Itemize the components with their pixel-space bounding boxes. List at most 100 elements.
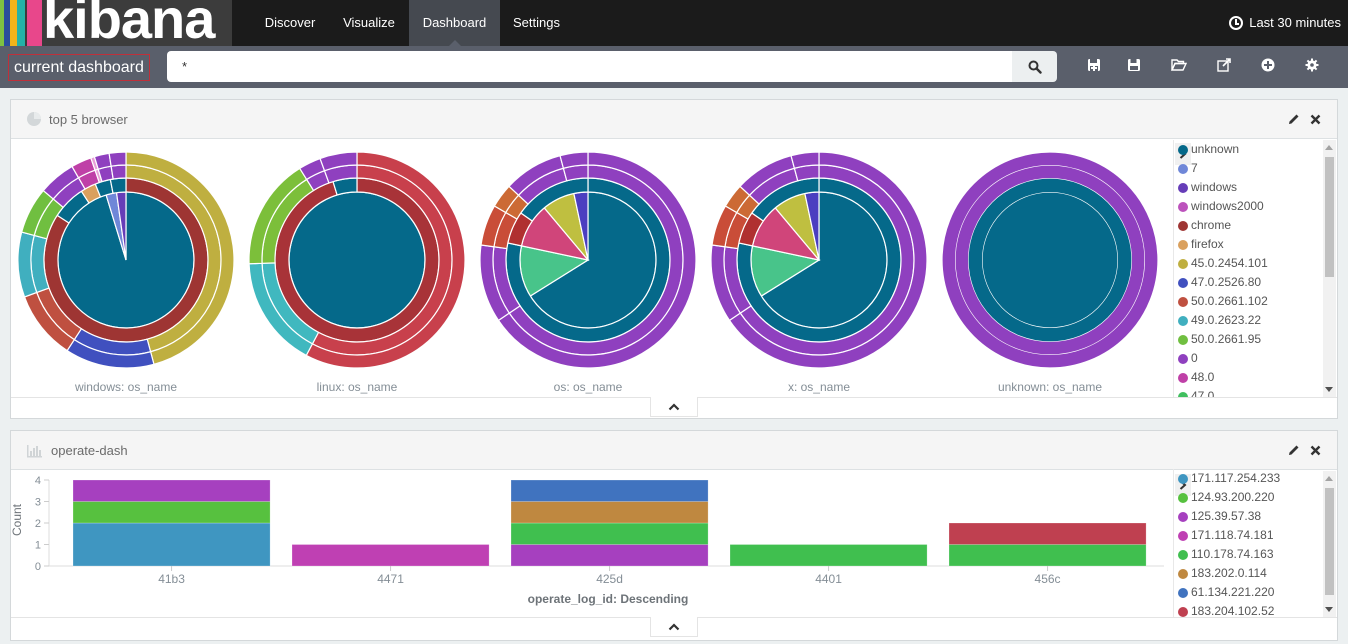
panel-operate-dash: operate-dash Count operate_log_id: Desce… bbox=[10, 430, 1338, 641]
panel-header[interactable]: operate-dash bbox=[11, 431, 1337, 470]
legend-item[interactable]: 0 bbox=[1174, 349, 1323, 368]
legend-item[interactable]: 50.0.2661.102 bbox=[1174, 292, 1323, 311]
options-gear-icon bbox=[1305, 58, 1319, 72]
legend-item[interactable]: 110.178.74.163 bbox=[1174, 545, 1323, 564]
legend-item[interactable]: 50.0.2661.95 bbox=[1174, 330, 1323, 349]
legend-item[interactable]: 48.0 bbox=[1174, 368, 1323, 387]
legend-label: unknown bbox=[1191, 142, 1240, 156]
bar-segment[interactable] bbox=[510, 501, 709, 524]
timepicker[interactable]: Last 30 minutes bbox=[1229, 0, 1341, 46]
bar-legend: 171.117.254.233 124.93.200.220 125.39.57.3… bbox=[1173, 469, 1323, 617]
open-dashboard-button[interactable] bbox=[1171, 57, 1187, 73]
pie-slice[interactable] bbox=[93, 152, 112, 170]
legend-item[interactable]: 47.0 bbox=[1174, 387, 1323, 397]
legend-item[interactable]: unknown bbox=[1174, 140, 1323, 159]
bar-segment[interactable] bbox=[72, 501, 271, 524]
legend-item[interactable]: 7 bbox=[1174, 159, 1323, 178]
pie-slice[interactable] bbox=[108, 151, 127, 167]
top-navigation: kibana Discover Visualize Dashboard Sett… bbox=[0, 0, 1348, 46]
dashboard-toolbar: current dashboard bbox=[0, 46, 1348, 88]
bar-segment[interactable] bbox=[948, 544, 1147, 567]
legend-color-dot bbox=[1178, 353, 1188, 364]
legend-item[interactable]: 171.118.74.181 bbox=[1174, 526, 1323, 545]
legend-item[interactable]: chrome bbox=[1174, 216, 1323, 235]
legend-item[interactable]: 125.39.57.38 bbox=[1174, 507, 1323, 526]
edit-panel-button[interactable] bbox=[1287, 112, 1301, 126]
collapse-button[interactable] bbox=[650, 397, 698, 417]
scroll-thumb[interactable] bbox=[1325, 488, 1334, 595]
legend-color-dot bbox=[1178, 587, 1188, 598]
bar-chart: Count operate_log_id: Descending 0 1 2 3 4 41… bbox=[11, 475, 1164, 606]
logo-stripe bbox=[10, 0, 17, 46]
share-dashboard-button[interactable] bbox=[1216, 57, 1232, 73]
save-icon bbox=[1128, 59, 1140, 71]
close-panel-button[interactable] bbox=[1308, 112, 1322, 126]
x-tick-label: 4471 bbox=[377, 572, 404, 586]
nav-dashboard[interactable]: Dashboard bbox=[409, 0, 500, 46]
bar-segment[interactable] bbox=[72, 479, 271, 502]
bar-segment[interactable] bbox=[72, 522, 271, 567]
legend-item[interactable]: 47.0.2526.80 bbox=[1174, 273, 1323, 292]
search-icon bbox=[1028, 60, 1042, 74]
legend-item[interactable]: 183.204.102.52 bbox=[1174, 602, 1323, 617]
save-dashboard-button[interactable] bbox=[1126, 57, 1142, 73]
pie-slice[interactable] bbox=[110, 164, 127, 180]
bar-segment[interactable] bbox=[510, 544, 709, 567]
scroll-up-arrow[interactable] bbox=[1325, 145, 1333, 150]
kibana-logo[interactable]: kibana bbox=[0, 0, 232, 46]
scroll-down-arrow[interactable] bbox=[1325, 607, 1333, 612]
legend-item[interactable]: 183.202.0.114 bbox=[1174, 564, 1323, 583]
pie-label: x: os_name bbox=[787, 380, 851, 394]
scroll-up-arrow[interactable] bbox=[1325, 476, 1333, 481]
legend-label: 124.93.200.220 bbox=[1191, 490, 1275, 504]
dashboard-title: current dashboard bbox=[8, 54, 150, 81]
legend-item[interactable]: 171.117.254.233 bbox=[1174, 469, 1323, 488]
legend-item[interactable]: windows2000 bbox=[1174, 197, 1323, 216]
panel-header[interactable]: top 5 browser bbox=[11, 100, 1337, 139]
legend-item[interactable]: 61.134.221.220 bbox=[1174, 583, 1323, 602]
pie-slice[interactable] bbox=[982, 192, 1118, 328]
y-tick-label: 1 bbox=[35, 540, 41, 552]
bar-segment[interactable] bbox=[510, 479, 709, 502]
legend-color-dot bbox=[1178, 372, 1188, 383]
legend-label: firefox bbox=[1191, 237, 1224, 251]
scroll-down-arrow[interactable] bbox=[1325, 387, 1333, 392]
y-tick-label: 4 bbox=[35, 475, 41, 487]
close-icon bbox=[1310, 114, 1320, 124]
pie-slice[interactable] bbox=[109, 177, 127, 194]
pie-legend: unknown 7 windows windows2000 chrome firefox 4… bbox=[1173, 140, 1323, 397]
collapse-button[interactable] bbox=[650, 617, 698, 637]
close-panel-button[interactable] bbox=[1308, 443, 1322, 457]
pie-label: linux: os_name bbox=[316, 380, 398, 394]
pie-slice[interactable] bbox=[289, 192, 425, 328]
query-input[interactable] bbox=[167, 51, 1012, 82]
nav-settings[interactable]: Settings bbox=[500, 0, 573, 46]
legend-color-dot bbox=[1178, 492, 1188, 503]
legend-color-dot bbox=[1178, 511, 1188, 522]
legend-item[interactable]: firefox bbox=[1174, 235, 1323, 254]
legend-item[interactable]: 124.93.200.220 bbox=[1174, 488, 1323, 507]
panel-title: operate-dash bbox=[51, 443, 128, 458]
legend-scrollbar[interactable] bbox=[1323, 140, 1336, 397]
options-button[interactable] bbox=[1304, 57, 1320, 73]
bar-segment[interactable] bbox=[729, 544, 928, 567]
nav-visualize[interactable]: Visualize bbox=[329, 0, 409, 46]
pie-label: windows: os_name bbox=[74, 380, 178, 394]
legend-color-dot bbox=[1178, 163, 1188, 174]
legend-scrollbar[interactable] bbox=[1323, 471, 1336, 617]
new-dashboard-button[interactable] bbox=[1086, 57, 1102, 73]
add-visualization-button[interactable] bbox=[1260, 57, 1276, 73]
bar-segment[interactable] bbox=[510, 522, 709, 545]
panel-title: top 5 browser bbox=[49, 112, 128, 127]
scroll-thumb[interactable] bbox=[1325, 157, 1334, 277]
edit-panel-button[interactable] bbox=[1287, 443, 1301, 457]
legend-item[interactable]: 49.0.2623.22 bbox=[1174, 311, 1323, 330]
bar-segment[interactable] bbox=[291, 544, 490, 567]
search-button[interactable] bbox=[1012, 51, 1057, 82]
legend-label: 171.117.254.233 bbox=[1191, 471, 1281, 485]
nav-discover[interactable]: Discover bbox=[251, 0, 329, 46]
legend-label: 7 bbox=[1191, 161, 1198, 175]
legend-item[interactable]: 45.0.2454.101 bbox=[1174, 254, 1323, 273]
bar-segment[interactable] bbox=[948, 522, 1147, 545]
legend-item[interactable]: windows bbox=[1174, 178, 1323, 197]
